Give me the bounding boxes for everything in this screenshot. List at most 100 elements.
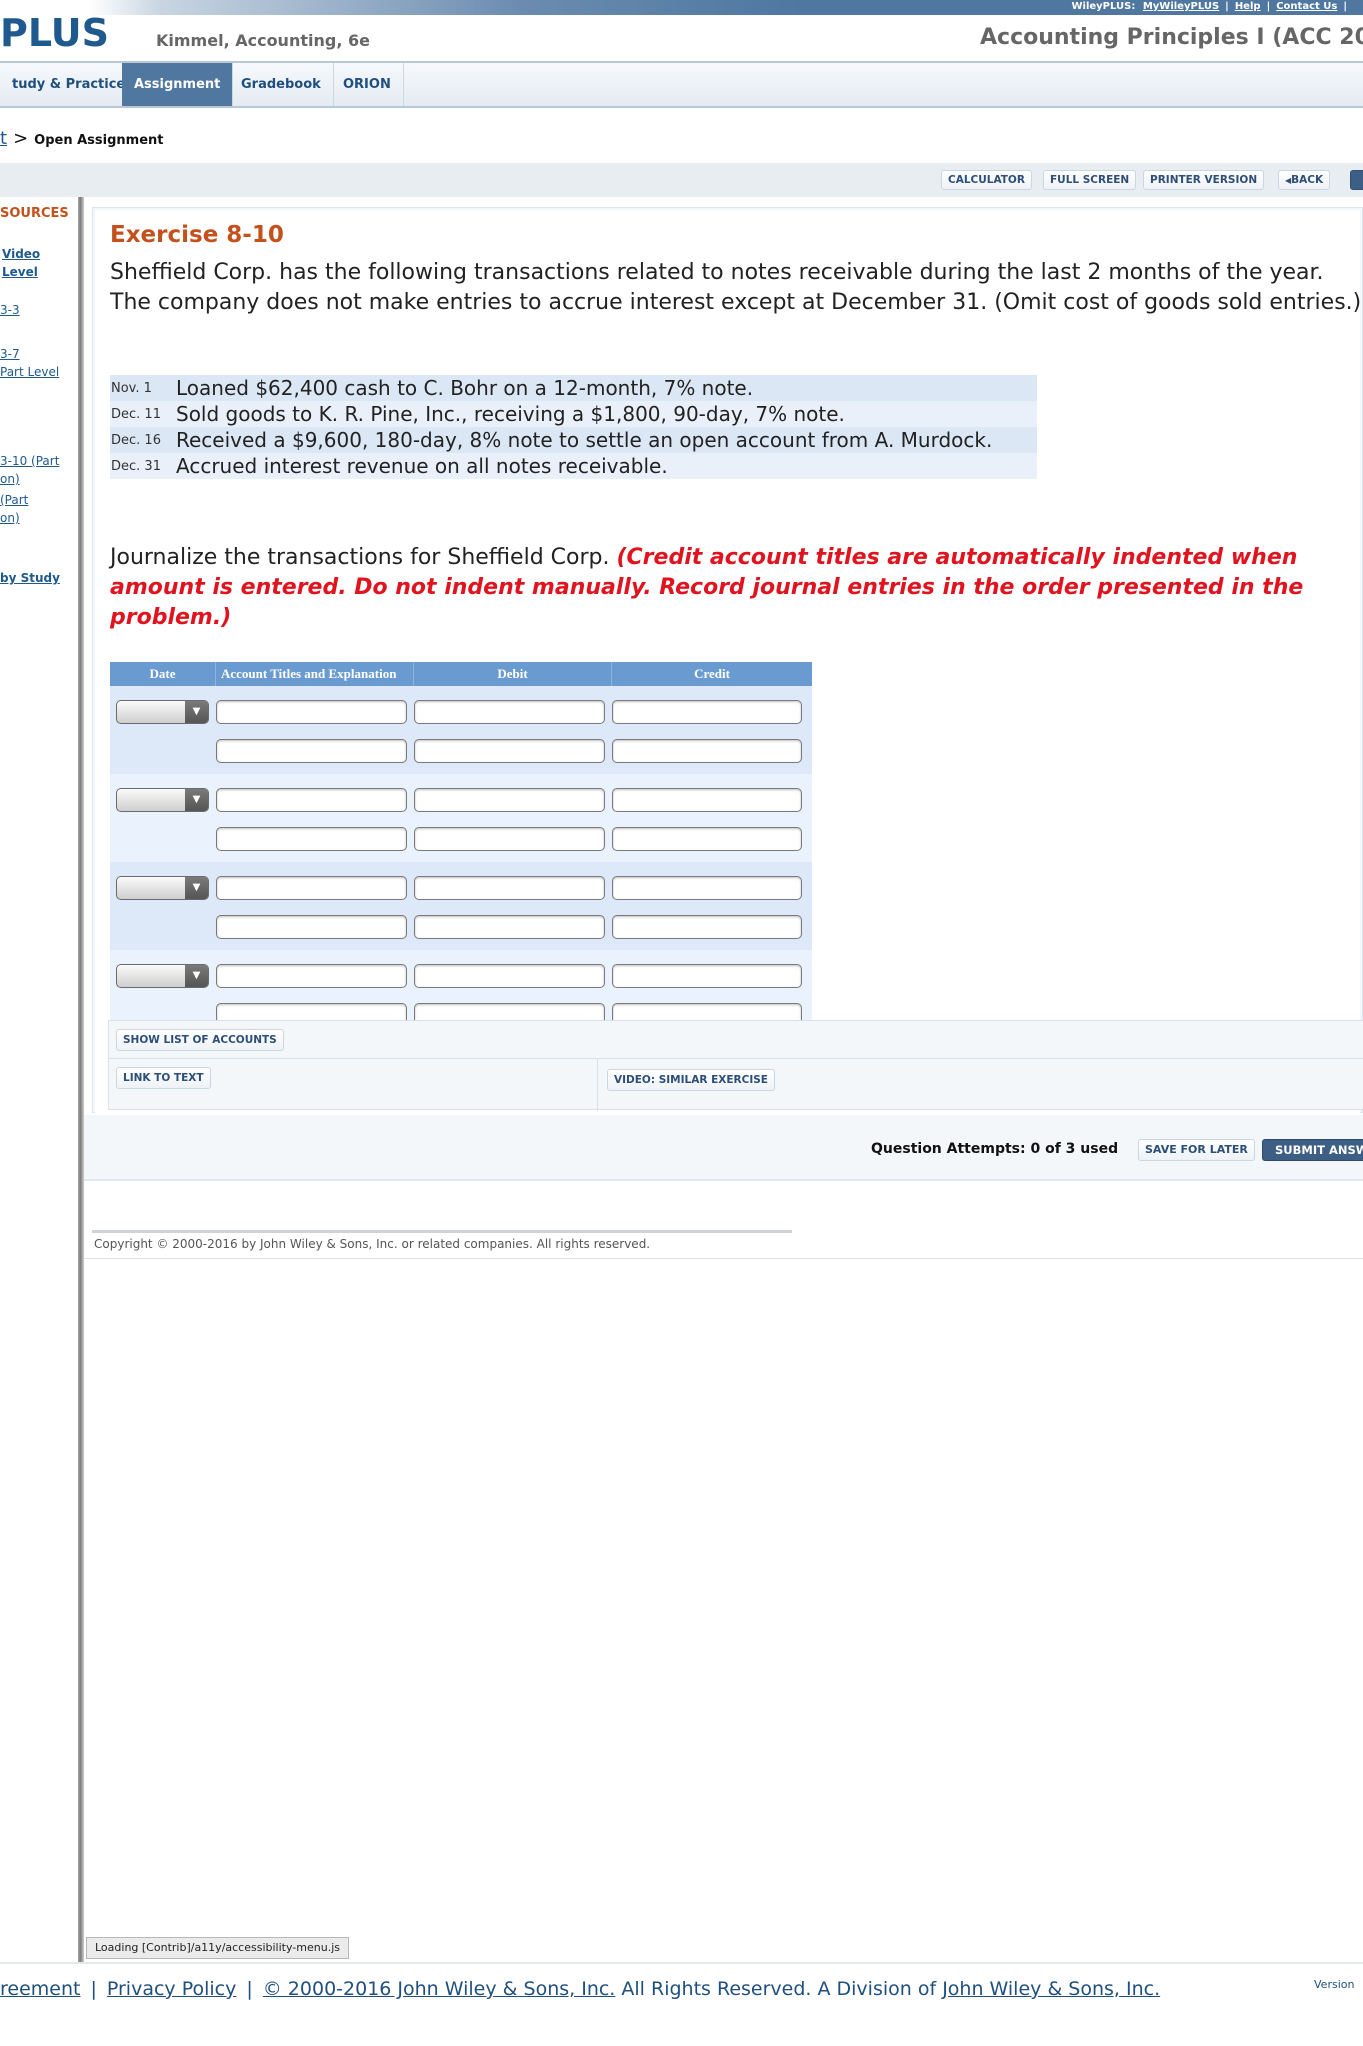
license-agreement-link[interactable]: reement (0, 1978, 80, 2000)
link-to-text-button[interactable]: LINK TO TEXT (116, 1067, 211, 1089)
breadcrumb-assignment-link[interactable]: t (0, 128, 7, 149)
debit-input[interactable] (414, 915, 605, 939)
credit-input[interactable] (612, 876, 802, 900)
account-title-input[interactable] (216, 700, 407, 724)
wiley-division-link[interactable]: John Wiley & Sons, Inc. (942, 1978, 1160, 2000)
dropdown-arrow-icon: ▼ (185, 789, 208, 811)
debit-input[interactable] (414, 964, 605, 988)
link-line: by Study (0, 571, 60, 585)
transaction-row: Nov. 1 Loaned $62,400 cash to C. Bohr on… (110, 375, 1037, 401)
account-title-input[interactable] (216, 788, 407, 812)
transaction-date: Dec. 11 (110, 401, 176, 427)
wileyplus-label: WileyPLUS: (1071, 1, 1136, 12)
sidebar-link-3-3[interactable]: 3-3 (0, 301, 20, 319)
date-select[interactable]: ▼ (116, 700, 209, 724)
header-account: Account Titles and Explanation (216, 662, 414, 686)
date-cell: ▼ (110, 872, 216, 900)
debit-input[interactable] (414, 700, 605, 724)
sidebar-link-3-10[interactable]: 3-10 (Part on) (0, 452, 59, 488)
show-list-of-accounts-button[interactable]: SHOW LIST OF ACCOUNTS (116, 1029, 284, 1051)
separator: | (1266, 1, 1271, 12)
save-for-later-button[interactable]: SAVE FOR LATER (1138, 1139, 1255, 1161)
sidebar-link-video[interactable]: Video Level (2, 245, 40, 281)
transaction-date: Dec. 16 (110, 427, 176, 453)
header: PLUS Kimmel, Accounting, 6e Accounting P… (0, 14, 1363, 63)
submission-bar: Question Attempts: 0 of 3 used SAVE FOR … (84, 1115, 1363, 1181)
next-button[interactable] (1350, 170, 1363, 190)
breadcrumb: t > Open Assignment (0, 128, 164, 149)
divider (597, 1059, 598, 1111)
main-nav: tudy & Practice Assignment Gradebook ORI… (0, 63, 1363, 108)
account-title-input[interactable] (216, 915, 407, 939)
account-title-input[interactable] (216, 827, 407, 851)
wileyplus-logo[interactable]: PLUS (0, 14, 109, 52)
instruction-text: Journalize the transactions for Sheffiel… (110, 543, 1363, 633)
journal-row: ▼ (110, 872, 812, 911)
submit-answer-button[interactable]: SUBMIT ANSW (1262, 1139, 1363, 1161)
sidebar-link-3-7[interactable]: 3-7 Part Level (0, 345, 59, 381)
question-body: Exercise 8-10 Sheffield Corp. has the fo… (95, 210, 1363, 1115)
dropdown-arrow-icon: ▼ (185, 701, 208, 723)
sidebar-link-study[interactable]: by Study (0, 569, 60, 587)
book-title: Kimmel, Accounting, 6e (156, 31, 370, 50)
transaction-row: Dec. 31 Accrued interest revenue on all … (110, 453, 1037, 479)
footer-links: reement | Privacy Policy | © 2000-2016 John … (0, 1978, 1160, 2000)
copyright-notice: Copyright © 2000-2016 by John Wiley & So… (84, 1233, 1363, 1259)
journal-row (110, 735, 812, 774)
debit-input[interactable] (414, 876, 605, 900)
journal-row: ▼ (110, 960, 812, 999)
header-date: Date (110, 662, 216, 686)
credit-input[interactable] (612, 739, 802, 763)
tab-orion[interactable]: ORION (331, 63, 404, 106)
credit-input[interactable] (612, 964, 802, 988)
link-line: (Part (0, 493, 29, 507)
resources-heading: SOURCES (0, 206, 69, 221)
separator: | (1343, 1, 1347, 12)
rights-text: All Rights Reserved. A Division of (615, 1978, 943, 2000)
debit-input[interactable] (414, 827, 605, 851)
contact-us-link[interactable]: Contact Us (1276, 1, 1337, 12)
tab-assignment[interactable]: Assignment (122, 63, 234, 106)
back-label: BACK (1291, 174, 1324, 186)
date-select[interactable]: ▼ (116, 788, 209, 812)
credit-input[interactable] (612, 700, 802, 724)
transaction-description: Sold goods to K. R. Pine, Inc., receivin… (176, 401, 1037, 427)
link-line: Part Level (0, 365, 60, 379)
transaction-row: Dec. 11 Sold goods to K. R. Pine, Inc., … (110, 401, 1037, 427)
link-line: on) (0, 511, 20, 525)
back-button[interactable]: ◀BACK (1278, 170, 1331, 190)
video-similar-exercise-button[interactable]: VIDEO: SIMILAR EXERCISE (607, 1069, 775, 1091)
mywileyplus-link[interactable]: MyWileyPLUS (1143, 1, 1219, 12)
link-line: on) (0, 472, 20, 486)
journal-header: Date Account Titles and Explanation Debi… (110, 662, 812, 686)
help-link[interactable]: Help (1235, 1, 1261, 12)
journal-entry: ▼ (110, 686, 812, 774)
date-select[interactable]: ▼ (116, 964, 209, 988)
credit-input[interactable] (612, 827, 802, 851)
page-footer: reement | Privacy Policy | © 2000-2016 John … (0, 1962, 1363, 2046)
journal-entry: ▼ (110, 862, 812, 950)
assignment-toolbar: CALCULATOR FULL SCREEN PRINTER VERSION ◀… (0, 163, 1363, 197)
account-title-input[interactable] (216, 876, 407, 900)
tab-study-practice[interactable]: tudy & Practice (0, 63, 139, 106)
exercise-intro: Sheffield Corp. has the following transa… (110, 260, 1362, 315)
privacy-policy-link[interactable]: Privacy Policy (107, 1978, 236, 2000)
calculator-button[interactable]: CALCULATOR (941, 170, 1032, 190)
printer-version-button[interactable]: PRINTER VERSION (1143, 170, 1265, 190)
credit-input[interactable] (612, 915, 802, 939)
transaction-description: Accrued interest revenue on all notes re… (176, 453, 1037, 479)
sidebar-link-part[interactable]: (Part on) (0, 491, 28, 527)
debit-input[interactable] (414, 739, 605, 763)
header-debit: Debit (414, 662, 612, 686)
credit-input[interactable] (612, 788, 802, 812)
tab-gradebook[interactable]: Gradebook (229, 63, 334, 106)
transactions-table: Nov. 1 Loaned $62,400 cash to C. Bohr on… (110, 375, 1037, 479)
debit-input[interactable] (414, 788, 605, 812)
wiley-copyright-link[interactable]: © 2000-2016 John Wiley & Sons, Inc. (263, 1978, 616, 2000)
full-screen-button[interactable]: FULL SCREEN (1043, 170, 1137, 190)
journal-entry-grid: Date Account Titles and Explanation Debi… (110, 662, 812, 1038)
account-title-input[interactable] (216, 964, 407, 988)
exercise-title: Exercise 8-10 (110, 222, 284, 248)
account-title-input[interactable] (216, 739, 407, 763)
date-select[interactable]: ▼ (116, 876, 209, 900)
